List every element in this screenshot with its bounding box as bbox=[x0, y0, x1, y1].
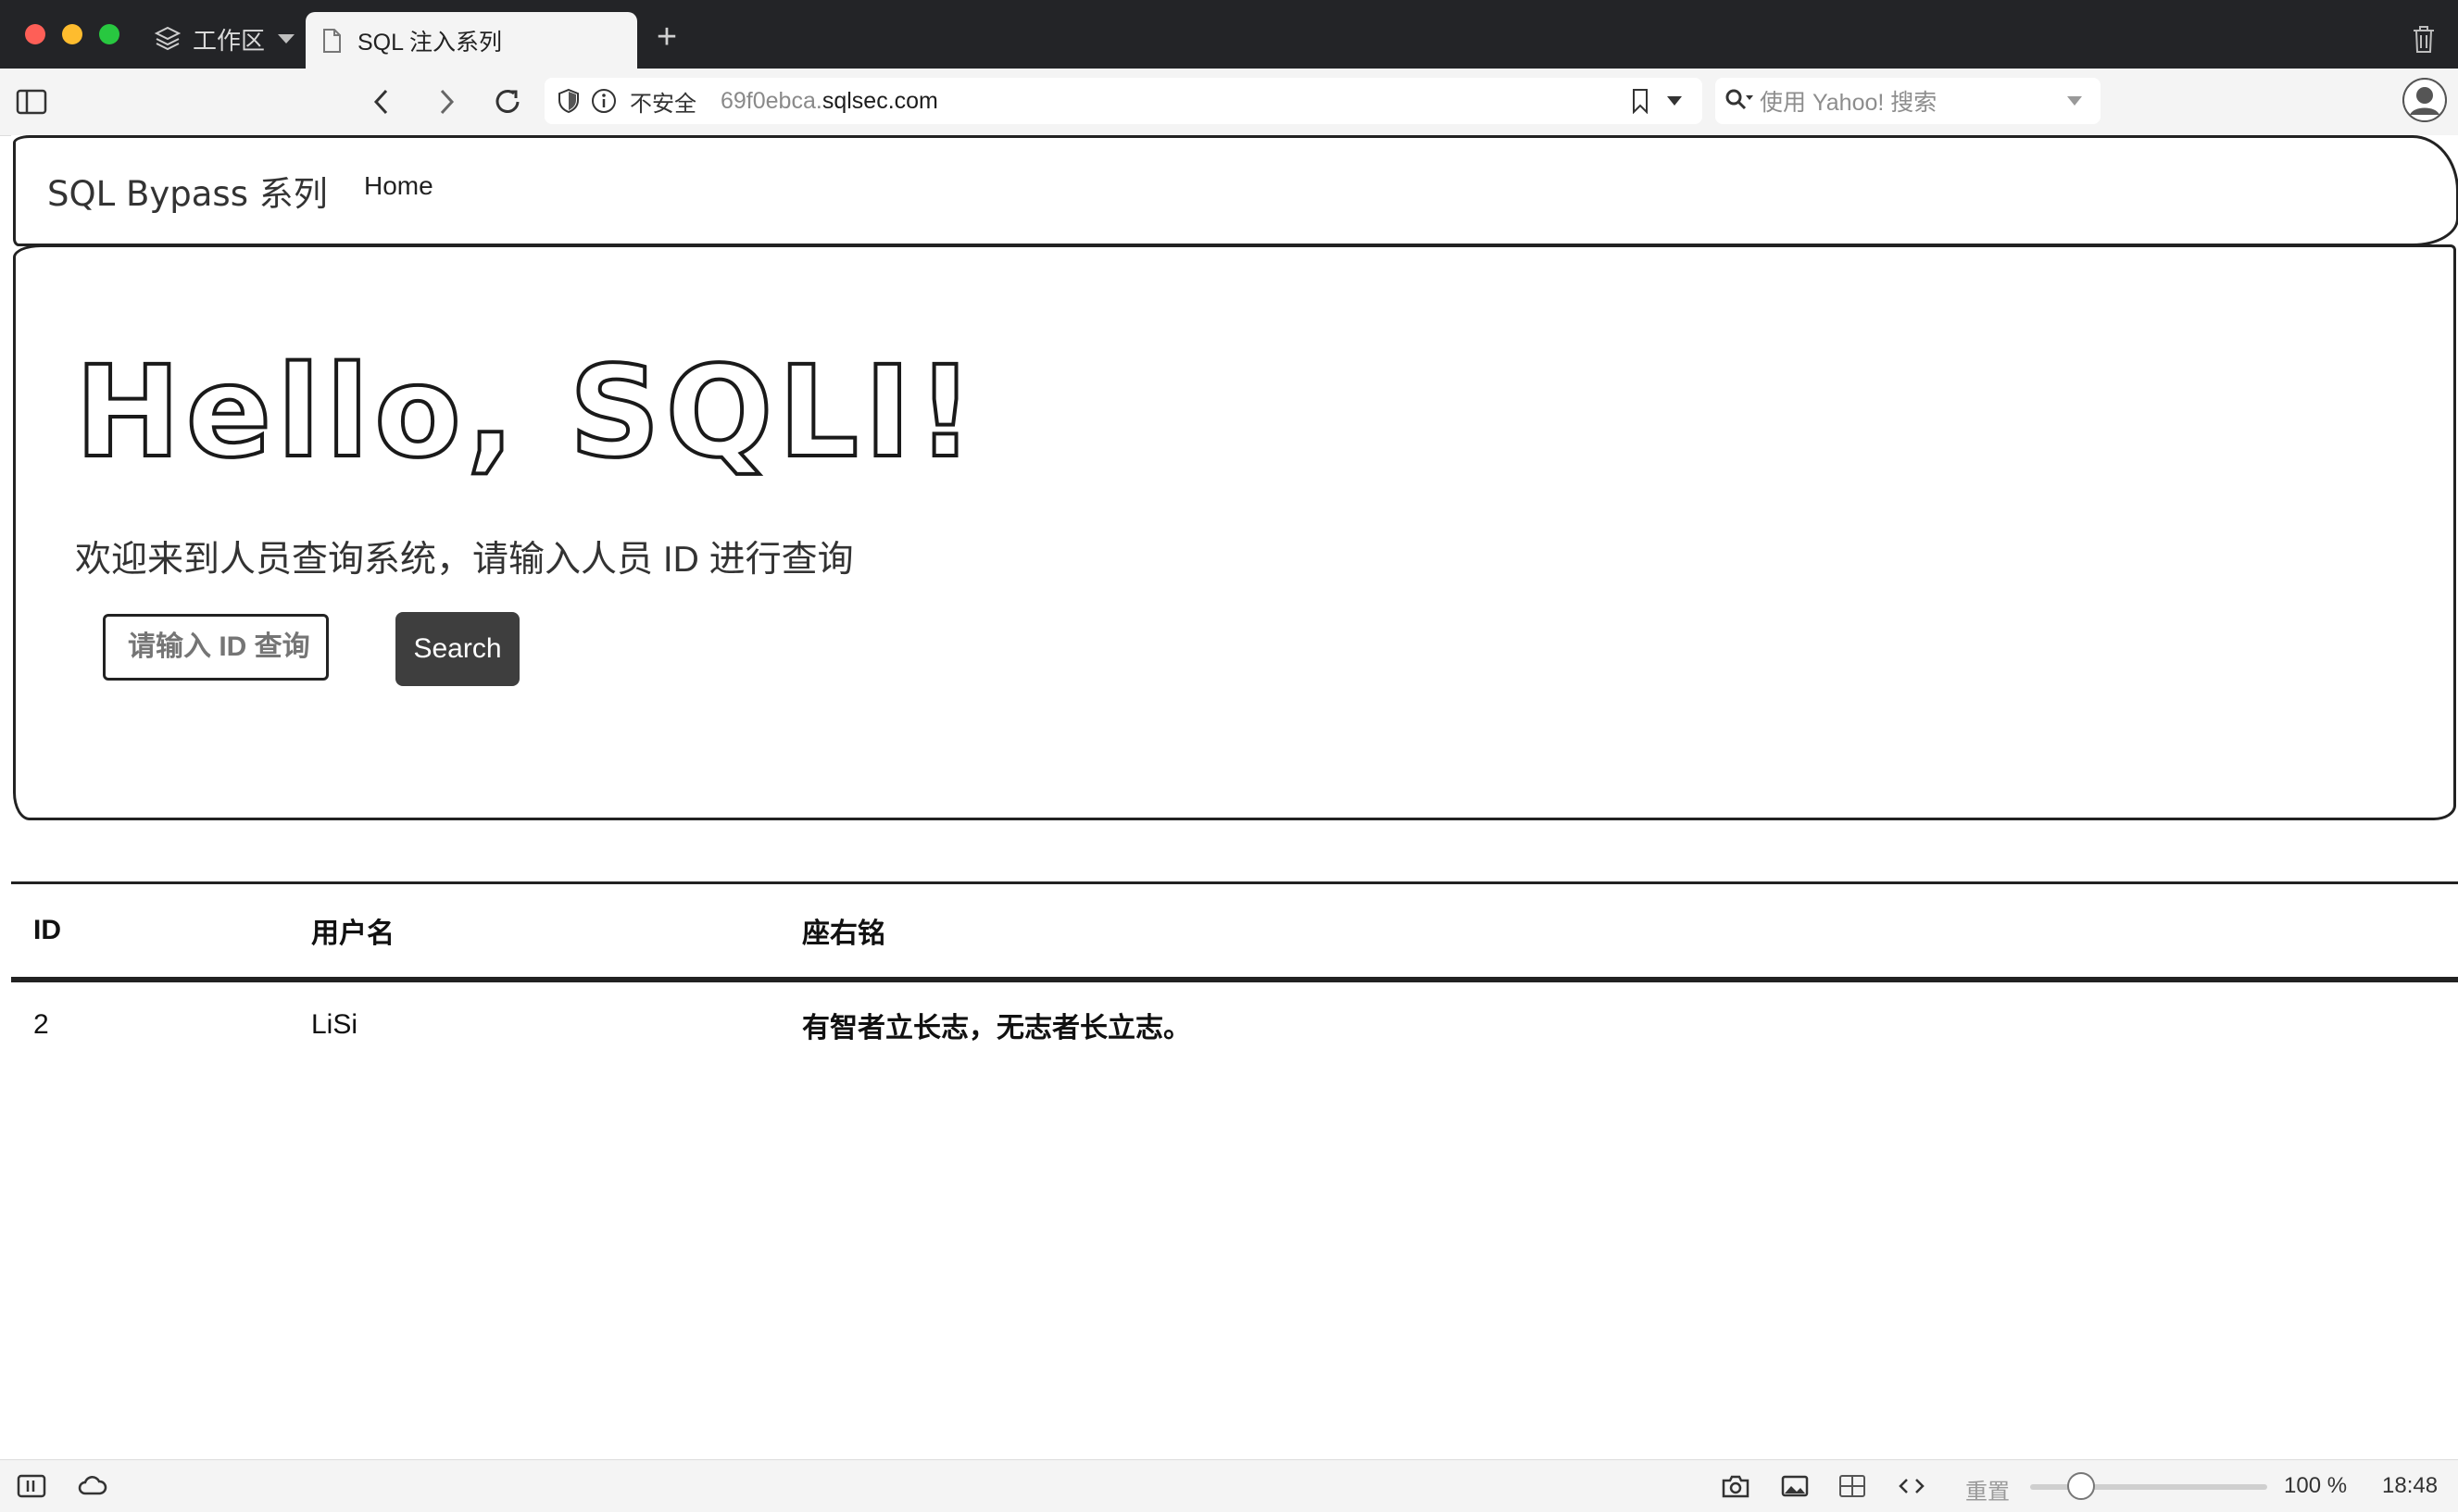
column-header-username: 用户名 bbox=[311, 881, 802, 982]
forward-button[interactable] bbox=[428, 83, 465, 120]
sidebar-toggle-button[interactable] bbox=[13, 83, 50, 120]
search-icon bbox=[1725, 89, 1753, 110]
info-icon[interactable] bbox=[591, 88, 617, 114]
chevron-down-icon bbox=[278, 34, 295, 44]
chevron-left-icon bbox=[373, 89, 388, 115]
site-navbar: SQL Bypass 系列 Home bbox=[13, 135, 2458, 246]
cloud-icon[interactable] bbox=[78, 1473, 107, 1499]
title-bar: 工作区 SQL 注入系列 + bbox=[0, 0, 2458, 69]
tab-sql-injection[interactable]: SQL 注入系列 bbox=[306, 12, 637, 69]
address-bar[interactable]: 不安全 69f0ebca.sqlsec.com bbox=[545, 78, 1702, 124]
zoom-reset-button[interactable]: 重置 bbox=[1965, 1473, 2010, 1506]
layers-icon bbox=[154, 26, 182, 51]
cell-username: LiSi bbox=[311, 1009, 358, 1040]
image-icon[interactable] bbox=[1780, 1473, 1810, 1499]
maximize-window-button[interactable] bbox=[99, 24, 119, 44]
search-bar-placeholder: 使用 Yahoo! 搜索 bbox=[1760, 90, 1938, 116]
hero-subtitle: 欢迎来到人员查询系统，请输入人员 ID 进行查询 bbox=[75, 540, 854, 580]
panel-toggle-icon[interactable] bbox=[17, 1473, 46, 1499]
close-window-button[interactable] bbox=[25, 24, 45, 44]
shield-icon bbox=[558, 88, 579, 114]
tab-title: SQL 注入系列 bbox=[357, 29, 503, 56]
clock: 18:48 bbox=[2382, 1473, 2439, 1498]
trash-icon[interactable] bbox=[2410, 24, 2438, 54]
table-row: 2 LiSi 有智者立长志，无志者长立志。 bbox=[11, 980, 2458, 1068]
url-domain: sqlsec.com bbox=[821, 87, 938, 114]
camera-icon[interactable] bbox=[1721, 1473, 1750, 1499]
minimize-window-button[interactable] bbox=[62, 24, 82, 44]
search-bar[interactable]: 使用 Yahoo! 搜索 bbox=[1715, 78, 2101, 124]
chevron-down-icon[interactable] bbox=[1665, 94, 1684, 107]
tiling-icon[interactable] bbox=[1837, 1473, 1867, 1499]
hero-panel: Hello, SQLI! 欢迎来到人员查询系统，请输入人员 ID 进行查询 Se… bbox=[13, 244, 2456, 820]
web-page: SQL Bypass 系列 Home Hello, SQLI! 欢迎来到人员查询… bbox=[11, 135, 2458, 1459]
status-bar: 重置 100 % 18:48 bbox=[0, 1459, 2458, 1512]
column-header-motto: 座右铭 bbox=[802, 881, 2458, 982]
security-label: 不安全 bbox=[630, 91, 696, 117]
column-header-id: ID bbox=[11, 881, 311, 982]
user-icon bbox=[2402, 78, 2447, 122]
workspace-switcher[interactable]: 工作区 bbox=[154, 20, 295, 57]
hero-title: Hello, SQLI! bbox=[73, 338, 980, 488]
sidebar-icon bbox=[16, 89, 47, 115]
back-button[interactable] bbox=[363, 83, 400, 120]
workspace-label: 工作区 bbox=[193, 26, 266, 55]
profile-avatar[interactable] bbox=[2402, 78, 2447, 122]
nav-link-home[interactable]: Home bbox=[364, 171, 433, 201]
bookmark-icon[interactable] bbox=[1630, 88, 1650, 114]
document-icon bbox=[323, 28, 341, 53]
cell-id: 2 bbox=[33, 1009, 49, 1040]
url-subdomain: 69f0ebca. bbox=[721, 87, 822, 114]
table-header-row: ID 用户名 座右铭 bbox=[11, 881, 2458, 982]
results-table: ID 用户名 座右铭 2 LiSi 有智者立长志，无志者长立志。 bbox=[11, 881, 2458, 1068]
zoom-slider-track[interactable] bbox=[2030, 1484, 2267, 1490]
code-icon[interactable] bbox=[1897, 1473, 1926, 1499]
site-brand[interactable]: SQL Bypass 系列 bbox=[47, 166, 328, 216]
chevron-down-icon[interactable] bbox=[2065, 94, 2084, 107]
search-button[interactable]: Search bbox=[395, 612, 520, 686]
reload-button[interactable] bbox=[489, 83, 526, 120]
chevron-right-icon bbox=[440, 89, 455, 115]
zoom-level: 100 % bbox=[2284, 1473, 2348, 1498]
zoom-slider-handle[interactable] bbox=[2067, 1472, 2095, 1500]
reload-icon bbox=[495, 90, 520, 113]
new-tab-button[interactable]: + bbox=[648, 19, 685, 56]
id-search-input[interactable] bbox=[103, 614, 329, 681]
url-text[interactable]: 69f0ebca.sqlsec.com bbox=[721, 88, 938, 115]
cell-motto: 有智者立长志，无志者长立志。 bbox=[802, 1013, 1191, 1043]
